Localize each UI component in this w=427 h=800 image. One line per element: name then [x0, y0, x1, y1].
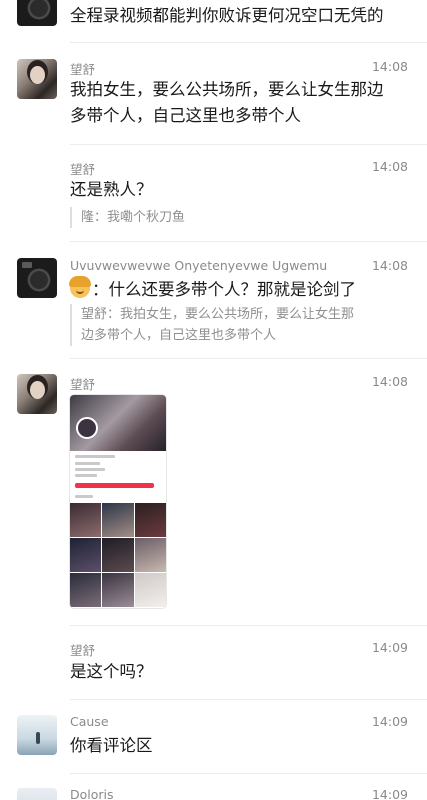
message-text: 还是熟人？ — [70, 180, 153, 199]
message-time: 14:08 — [371, 159, 408, 174]
avatar-camera[interactable] — [17, 0, 57, 26]
quote-line-1: 望舒：我拍女生，要么公共场所，要么让女生那 — [81, 307, 355, 322]
sender-name: 望舒 — [70, 643, 96, 658]
message-time: 14:08 — [371, 258, 408, 273]
message-text: ：什么还要多带个人？那就是论剑了 — [69, 276, 413, 304]
sender-name: Doloris — [70, 787, 114, 800]
screenshot-stats — [75, 455, 115, 458]
avatar-camera[interactable] — [17, 258, 57, 298]
screenshot-follow-bar — [75, 483, 154, 488]
profile-screenshot-image[interactable] — [70, 395, 166, 608]
quote-line-2: 边多带个人，自己这里也多带个人 — [81, 328, 277, 343]
screenshot-bio-3 — [75, 474, 97, 477]
message-text: 你看评论区 — [70, 736, 153, 755]
message-time: 14:08 — [371, 59, 408, 74]
woman-face-emoji — [69, 276, 91, 298]
divider — [70, 144, 427, 145]
message-time: 14:09 — [371, 714, 408, 729]
avatar-wangshu[interactable] — [17, 59, 57, 99]
avatar-doloris[interactable] — [17, 788, 57, 800]
screenshot-avatar — [76, 417, 98, 439]
divider — [70, 773, 427, 774]
sender-name: Cause — [70, 714, 109, 729]
quoted-message[interactable]: 隆：我嘞个秋刀鱼 — [70, 207, 407, 228]
sender-name: 望舒 — [70, 377, 96, 392]
avatar-wangshu[interactable] — [17, 374, 57, 414]
message-text: 是这个吗？ — [70, 662, 153, 681]
screenshot-photo-grid — [70, 503, 166, 607]
screenshot-bio-1 — [75, 462, 100, 465]
message-time: 14:09 — [371, 640, 408, 655]
divider — [70, 358, 427, 359]
message-time: 14:08 — [371, 374, 408, 389]
message-text-line-1: 我拍女生，要么公共场所，要么让女生那边 — [70, 80, 384, 99]
divider — [70, 241, 427, 242]
sender-name: Uvuvwevwevwe Onyetenyevwe Ugwemu — [70, 258, 328, 273]
message-text-line-2: 多带个人，自己这里也多带个人 — [70, 106, 301, 125]
screenshot-bio-2 — [75, 468, 105, 471]
quoted-message[interactable]: 望舒：我拍女生，要么公共场所，要么让女生那 边多带个人，自己这里也多带个人 — [70, 304, 407, 346]
divider — [70, 699, 427, 700]
message-text: 全程录视频都能判你败诉更何况空口无凭的 — [70, 6, 384, 25]
divider — [70, 42, 427, 43]
screenshot-tab — [75, 495, 93, 498]
avatar-cause[interactable] — [17, 715, 57, 755]
message-text-body: ：什么还要多带个人？那就是论剑了 — [92, 280, 356, 299]
divider — [70, 625, 427, 626]
message-time: 14:09 — [371, 787, 408, 800]
